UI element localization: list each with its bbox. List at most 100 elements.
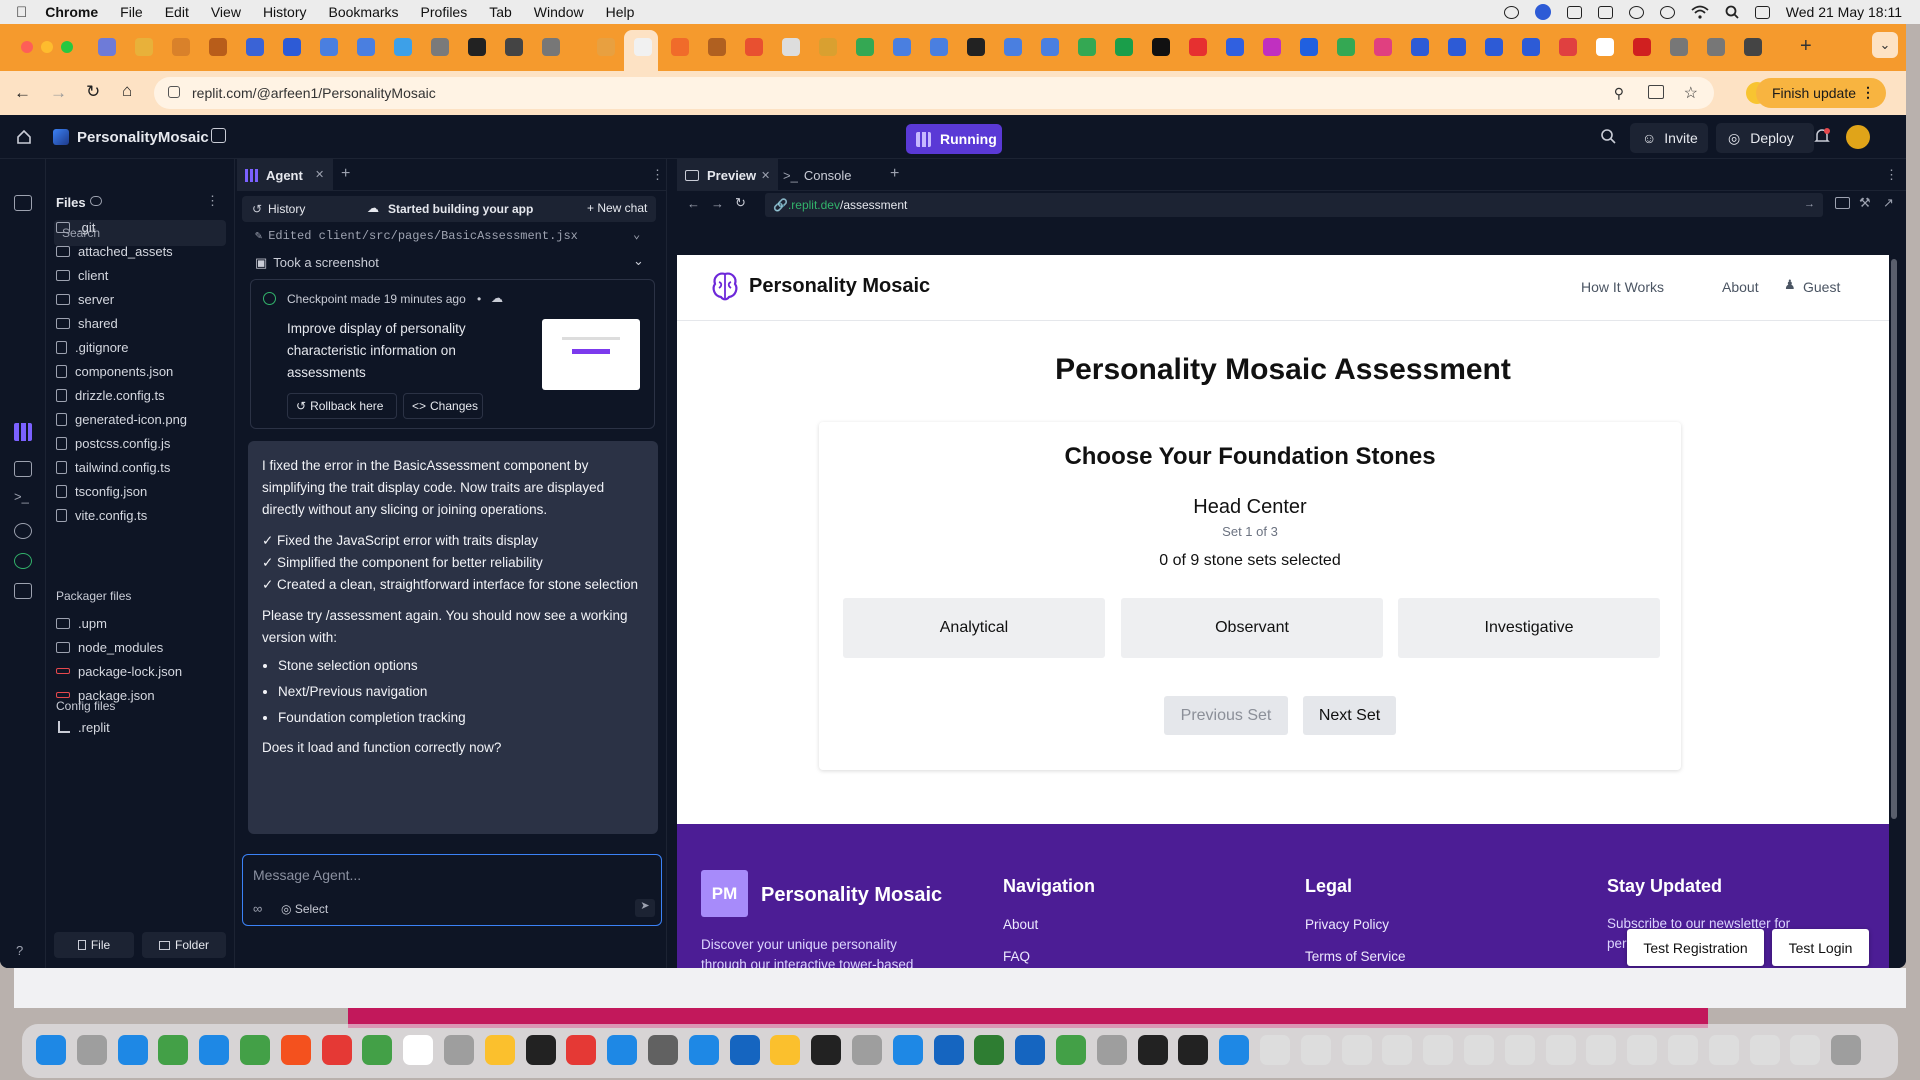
tab-favicon-icon[interactable] [634,38,652,56]
tab-favicon-icon[interactable] [357,38,375,56]
packager-file-item[interactable]: package-lock.json [56,660,182,682]
dock-app-icon[interactable] [403,1035,434,1065]
apple-menu-icon[interactable]:  [16,4,27,21]
stone-observant[interactable]: Observant [1121,598,1383,658]
tab-favicon-icon[interactable] [1448,38,1466,56]
dock-app-icon[interactable] [1015,1035,1046,1065]
console-tool-icon[interactable]: >_ [14,489,29,504]
dock-app-icon[interactable] [852,1035,882,1065]
dock-app-icon[interactable] [362,1035,393,1065]
agent-input-box[interactable]: Message Agent... ∞ ◎ Select ➤ [242,854,662,926]
dock-app-icon[interactable] [974,1035,1005,1065]
tab-favicon-icon[interactable] [320,38,338,56]
chevron-down-icon[interactable]: ⌄ [633,253,644,269]
menu-tab[interactable]: Tab [489,4,512,20]
address-url[interactable]: replit.com/@arfeen1/PersonalityMosaic [192,85,436,101]
new-tab-icon[interactable]: + [890,165,899,183]
stone-analytical[interactable]: Analytical [843,598,1105,658]
dock-app-icon[interactable] [1708,1035,1739,1065]
file-item[interactable]: shared [56,312,118,334]
dock-app-icon[interactable] [444,1035,474,1065]
play-status-icon[interactable] [1659,5,1675,19]
menu-window[interactable]: Window [534,4,584,20]
tab-favicon-icon[interactable] [1300,38,1318,56]
dock-app-icon[interactable] [1178,1035,1209,1065]
tab-favicon-icon[interactable] [893,38,911,56]
changes-button[interactable]: <> Changes [403,393,483,419]
next-set-button[interactable]: Next Set [1303,696,1396,735]
tab-favicon-icon[interactable] [1152,38,1170,56]
control-center-icon[interactable] [1754,5,1770,19]
file-item[interactable]: postcss.config.js [56,432,170,454]
close-window-button[interactable] [21,41,33,53]
dock-app-icon[interactable] [1382,1035,1413,1065]
dock-app-icon[interactable] [688,1035,719,1065]
tab-favicon-icon[interactable] [172,38,190,56]
new-folder-button[interactable]: Folder [142,932,226,958]
checkpoint-thumbnail[interactable] [542,319,640,390]
file-item[interactable]: tailwind.config.ts [56,456,170,478]
back-icon[interactable]: ← [14,83,31,103]
preview-menu-icon[interactable]: ⋮ [1885,167,1898,183]
preview-url-bar[interactable]: 🔗.replit.dev/assessment → [765,193,1823,217]
dock-app-icon[interactable] [36,1035,66,1065]
dock-app-icon[interactable] [1504,1035,1535,1065]
tab-favicon-icon[interactable] [782,38,800,56]
install-app-icon[interactable] [1648,85,1664,99]
tab-favicon-icon[interactable] [1078,38,1096,56]
dock-app-icon[interactable] [1790,1035,1821,1065]
tab-favicon-icon[interactable] [1226,38,1244,56]
dock-app-icon[interactable] [158,1035,189,1065]
run-button[interactable]: Running [906,124,1002,154]
dock-app-icon[interactable] [1137,1035,1168,1065]
user-status-icon[interactable] [1628,5,1644,19]
files-menu-icon[interactable]: ⋮ [206,193,219,209]
close-tab-icon[interactable]: ✕ [761,169,770,182]
new-chat-button[interactable]: + New chat [587,201,647,215]
dock-app-icon[interactable] [280,1035,311,1065]
menu-file[interactable]: File [120,4,143,20]
back-icon[interactable]: ← [687,196,700,211]
control-icon[interactable] [1566,5,1582,19]
status-icon[interactable] [1503,5,1519,19]
tab-favicon-icon[interactable] [1411,38,1429,56]
wifi-icon[interactable] [1691,5,1709,19]
menu-bookmarks[interactable]: Bookmarks [329,4,399,20]
file-item[interactable]: client [56,264,108,286]
file-item[interactable]: .git [56,216,95,238]
site-info-icon[interactable] [168,86,180,98]
tab-favicon-icon[interactable] [819,38,837,56]
tab-search-chevron-icon[interactable]: ⌄ [1872,32,1898,58]
project-name[interactable]: PersonalityMosaic [77,129,209,146]
dock-app-icon[interactable] [1464,1035,1494,1065]
dock-app-icon[interactable] [729,1035,760,1065]
dock-app-icon[interactable] [1341,1035,1372,1065]
footer-link-privacy[interactable]: Privacy Policy [1305,917,1389,932]
project-info-icon[interactable] [211,128,226,143]
tab-favicon-icon[interactable] [597,38,615,56]
dock-app-icon[interactable] [892,1035,923,1065]
file-item[interactable]: generated-icon.png [56,408,187,430]
took-screenshot-line[interactable]: ▣ Took a screenshot ⌄ [255,253,644,271]
tab-favicon-icon[interactable] [283,38,301,56]
user-avatar[interactable] [1846,125,1870,149]
forward-icon[interactable]: → [50,83,67,103]
deploy-button[interactable]: ◎ Deploy [1716,123,1814,153]
dock-app-icon[interactable] [648,1035,678,1065]
tab-favicon-icon[interactable] [1633,38,1651,56]
tab-favicon-icon[interactable] [394,38,412,56]
menu-history[interactable]: History [263,4,307,20]
dock-app-icon[interactable] [607,1035,638,1065]
zoom-window-button[interactable] [61,41,73,53]
all-tools-grid-icon[interactable] [14,583,32,599]
file-item-replit[interactable]: .replit [58,716,110,738]
dock-app-icon[interactable] [1056,1035,1086,1065]
home-icon[interactable]: ⌂ [122,81,132,101]
tab-favicon-icon[interactable] [1115,38,1133,56]
packager-file-item[interactable]: .upm [56,612,107,634]
dock-app-icon[interactable] [1219,1035,1250,1065]
tab-favicon-icon[interactable] [431,38,449,56]
dock-app-icon[interactable] [566,1035,597,1065]
footer-link-faq[interactable]: FAQ [1003,949,1030,964]
new-file-button[interactable]: File [54,932,134,958]
